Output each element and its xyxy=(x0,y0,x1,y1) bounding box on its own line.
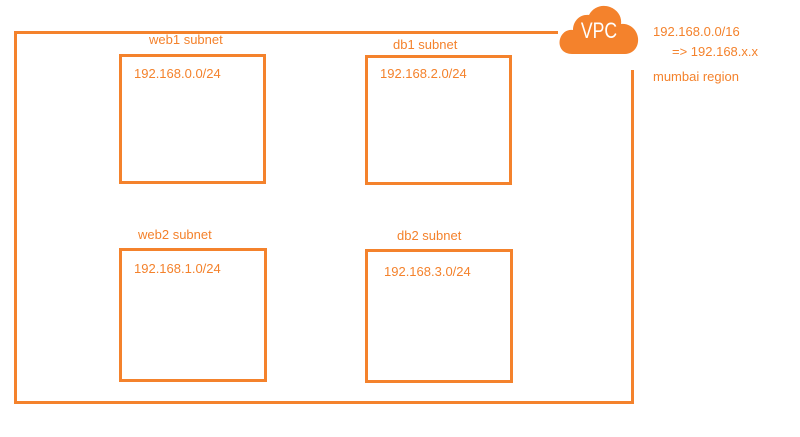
db1-subnet-cidr: 192.168.2.0/24 xyxy=(380,66,467,81)
web1-subnet-box: 192.168.0.0/24 xyxy=(119,54,266,184)
db1-subnet-box: 192.168.2.0/24 xyxy=(365,55,512,185)
db1-subnet-title: db1 subnet xyxy=(393,37,458,52)
web1-subnet-cidr: 192.168.0.0/24 xyxy=(134,66,221,81)
web2-subnet-cidr: 192.168.1.0/24 xyxy=(134,261,221,276)
db2-subnet-title: db2 subnet xyxy=(397,228,462,243)
vpc-cidr: 192.168.0.0/16 xyxy=(653,24,740,39)
vpc-label: VPC xyxy=(580,18,618,43)
vpc-region: mumbai region xyxy=(653,69,739,84)
web2-subnet-box: 192.168.1.0/24 xyxy=(119,248,267,382)
web2-subnet-title: web2 subnet xyxy=(138,227,212,242)
web1-subnet-title: web1 subnet xyxy=(149,32,223,47)
db2-subnet-box: 192.168.3.0/24 xyxy=(365,249,513,383)
vpc-range: => 192.168.x.x xyxy=(672,44,759,59)
vpc-boundary xyxy=(14,31,634,404)
db2-subnet-cidr: 192.168.3.0/24 xyxy=(384,264,471,279)
